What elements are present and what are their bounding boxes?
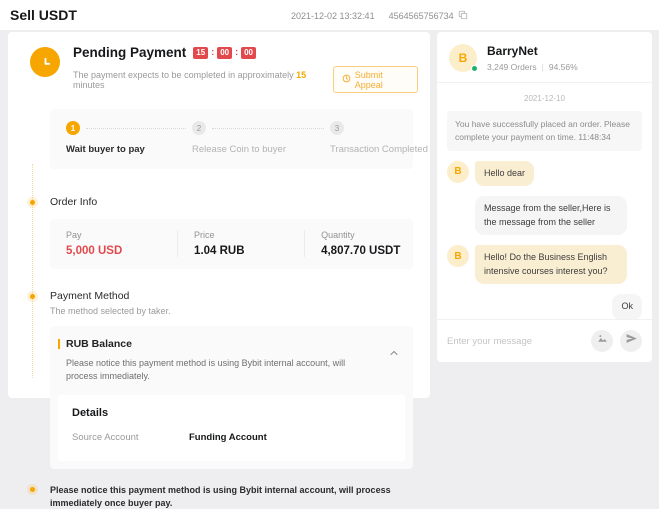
submit-appeal-button[interactable]: Submit Appeal [333,66,418,93]
image-icon [596,332,609,350]
timeline-dot [30,487,35,492]
attach-image-button[interactable] [591,330,613,352]
quantity-field: Quantity 4,807.70 USDT [304,230,413,257]
payment-method-subtitle: The method selected by taker. [8,306,430,316]
pay-field: Pay 5,000 USD [50,230,177,257]
seller-stats: 3,249 Orders | 94.56% [487,62,578,72]
order-info-title: Order Info [50,196,97,208]
page-title: Sell USDT [10,7,77,23]
order-info-section: Order Info [8,196,430,208]
message-bubble: Hello dear [475,161,534,187]
chat-message-input[interactable] [447,336,584,347]
notice-text: Please notice this payment method is usi… [50,484,414,509]
step-label-wait-buyer: Wait buyer to pay [66,144,145,155]
order-id: 4564565756734 [389,11,454,21]
chat-message-list: 2021-12-10 You have successfully placed … [437,83,652,319]
countdown-timer: 15 : 00 : 00 [193,47,256,59]
chat-panel: B BarryNet 3,249 Orders | 94.56% 2021-12… [437,32,652,362]
chevron-up-icon[interactable] [388,346,400,364]
order-meta: 2021-12-02 13:32:41 4564565756734 [291,10,468,22]
order-progress-stepper: 1 2 3 Wait buyer to pay Release Coin to … [50,109,413,169]
details-title: Details [58,407,405,419]
order-info-box: Pay 5,000 USD Price 1.04 RUB Quantity 4,… [50,219,413,269]
timeline-dot [30,200,35,205]
price-label: Price [194,230,304,240]
seller-avatar: B [449,44,477,72]
step-label-transaction-completed: Transaction Completed [330,144,428,155]
clock-icon [342,74,351,85]
timer-minutes: 00 [217,47,232,59]
copy-icon[interactable] [458,10,468,22]
price-field: Price 1.04 RUB [177,230,304,257]
chat-message: B Hello! Do the Business English intensi… [447,245,642,284]
payment-method-name: RUB Balance [66,338,132,350]
seller-avatar: B [447,245,469,267]
step-circle-2: 2 [192,121,206,135]
online-status-dot [471,65,478,72]
pending-subtitle: The payment expects to be completed in a… [73,70,326,90]
send-icon [625,332,638,350]
step-connector [86,128,186,129]
order-datetime: 2021-12-02 13:32:41 [291,11,375,21]
top-bar: Sell USDT 2021-12-02 13:32:41 4564565756… [0,0,659,30]
chat-message-outgoing: Ok [447,294,642,319]
seller-name: BarryNet [487,44,578,58]
step-circle-3: 3 [330,121,344,135]
minutes-value: 15 [296,70,306,80]
chat-date: 2021-12-10 [447,94,642,103]
order-detail-panel: Pending Payment 15 : 00 : 00 The payment… [8,32,430,398]
chat-message: Message from the seller,Here is the mess… [447,196,642,235]
message-bubble: Message from the seller,Here is the mess… [475,196,627,235]
notice-section: Please notice this payment method is usi… [8,484,430,509]
timer-seconds: 00 [241,47,256,59]
payment-method-box: RUB Balance Please notice this payment m… [50,326,413,469]
quantity-value: 4,807.70 USDT [321,245,413,257]
payment-method-title: Payment Method [50,290,129,302]
pending-payment-title: Pending Payment [73,45,186,60]
payment-method-section: Payment Method [8,290,430,302]
seller-header: B BarryNet 3,249 Orders | 94.56% [437,32,652,83]
pay-value: 5,000 USD [66,245,177,257]
pending-payment-header: Pending Payment 15 : 00 : 00 The payment… [8,32,430,93]
step-label-release-coin: Release Coin to buyer [192,144,286,155]
send-message-button[interactable] [620,330,642,352]
seller-completion-rate: 94.56% [549,62,578,72]
payment-method-note: Please notice this payment method is usi… [50,357,413,382]
payment-method-name-row: RUB Balance [50,338,413,350]
accent-bar [58,339,60,349]
pay-label: Pay [66,230,177,240]
message-bubble: Ok [612,294,642,319]
seller-orders: 3,249 Orders [487,62,537,72]
seller-avatar: B [447,161,469,183]
source-account-value: Funding Account [189,432,267,443]
chat-input-bar [437,319,652,362]
source-account-label: Source Account [72,432,189,443]
chat-message: B Hello dear [447,161,642,187]
message-bubble: Hello! Do the Business English intensive… [475,245,627,284]
timeline-dot [30,294,35,299]
payment-details-box: Details Source Account Funding Account [58,395,405,461]
quantity-label: Quantity [321,230,413,240]
timer-hours: 15 [193,47,208,59]
step-connector [212,128,324,129]
price-value: 1.04 RUB [194,245,304,257]
source-account-row: Source Account Funding Account [58,432,405,443]
system-message: You have successfully placed an order. P… [447,111,642,151]
clock-icon [30,47,60,77]
step-circle-1: 1 [66,121,80,135]
